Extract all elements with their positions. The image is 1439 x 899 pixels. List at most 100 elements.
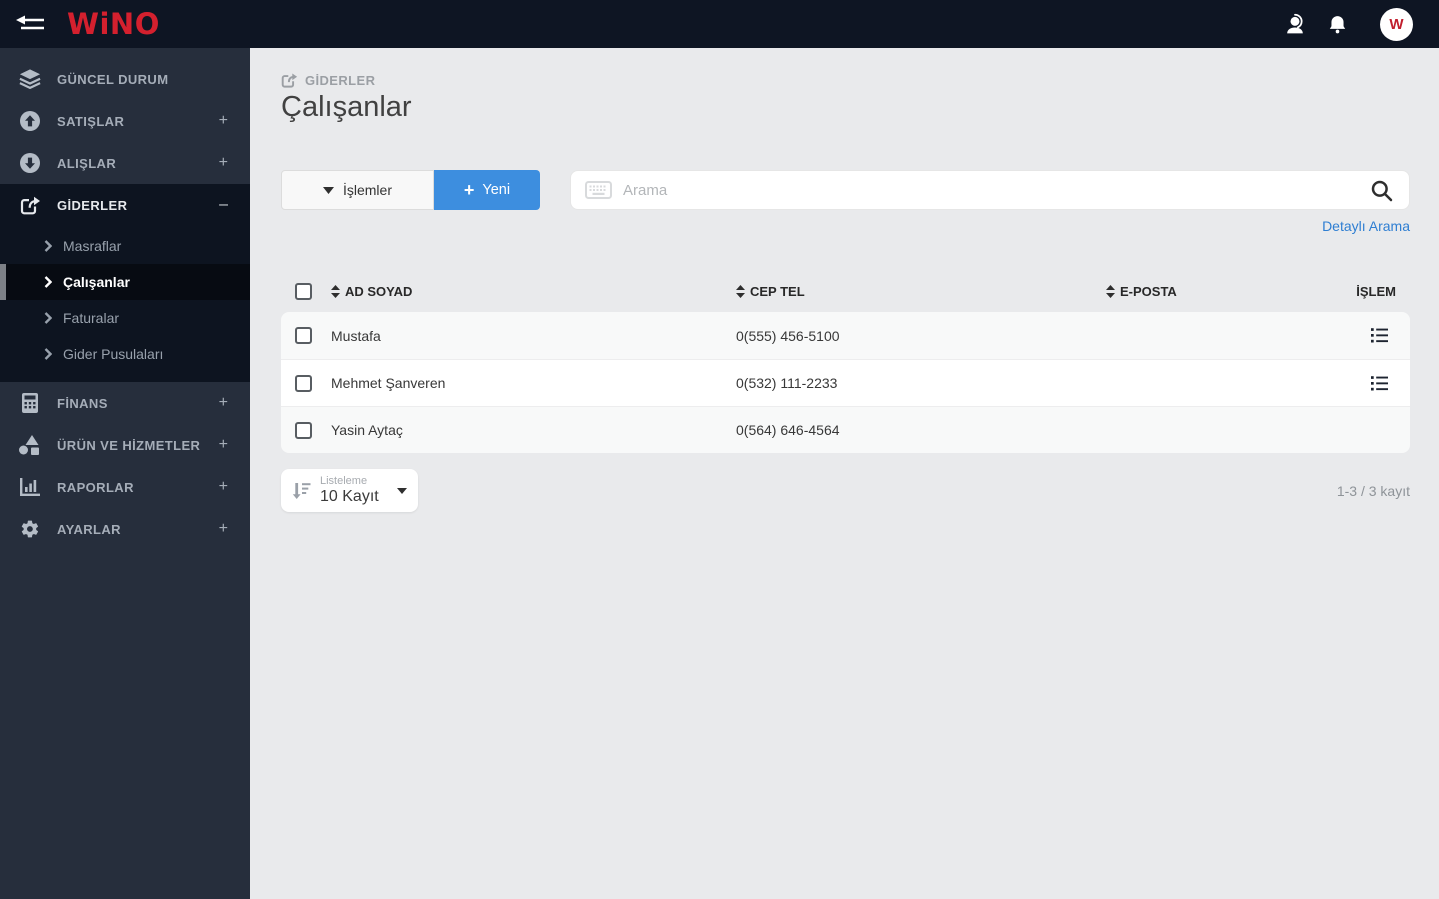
sidebar-subitem-label: Gider Pusulaları bbox=[63, 346, 164, 362]
reports-icon bbox=[18, 478, 42, 496]
expander: + bbox=[218, 394, 228, 411]
topbar: WiNO W bbox=[0, 0, 1439, 48]
chevron-right-icon bbox=[44, 276, 52, 288]
avatar[interactable]: W bbox=[1380, 7, 1413, 41]
chevron-right-icon bbox=[44, 312, 52, 324]
purchases-icon bbox=[18, 153, 42, 173]
sidebar-section-giderler-expanded: GİDERLER – Masraflar Çalışanlar Faturala… bbox=[0, 184, 250, 382]
sidebar-item-label: GİDERLER bbox=[57, 197, 128, 213]
column-header-ad-soyad[interactable]: AD SOYAD bbox=[331, 284, 736, 299]
sidebar-item-label: ALIŞLAR bbox=[57, 155, 117, 171]
sort-icon bbox=[331, 284, 340, 298]
column-header-islem: İŞLEM bbox=[1356, 283, 1396, 299]
detayli-arama-link[interactable]: Detaylı Arama bbox=[1322, 218, 1410, 234]
table-row[interactable]: Mehmet Şanveren 0(532) 111-2233 bbox=[281, 359, 1410, 406]
yeni-button[interactable]: + Yeni bbox=[434, 170, 540, 210]
collapse-minus: – bbox=[219, 196, 228, 213]
sidebar-subitem-calisanlar[interactable]: Çalışanlar bbox=[0, 264, 250, 300]
table-row[interactable]: Mustafa 0(555) 456-5100 bbox=[281, 312, 1410, 359]
main-content: GİDERLER Çalışanlar İşlemler + Yeni Aram… bbox=[250, 48, 1439, 899]
search-icon[interactable] bbox=[1370, 179, 1393, 202]
products-icon bbox=[18, 435, 42, 455]
sidebar-item-giderler[interactable]: GİDERLER – bbox=[0, 184, 250, 226]
finance-icon bbox=[18, 393, 42, 413]
sidebar-item-label: RAPORLAR bbox=[57, 479, 134, 495]
expenses-icon bbox=[281, 72, 298, 88]
select-all-checkbox[interactable] bbox=[295, 282, 312, 300]
plus-icon: + bbox=[463, 180, 475, 200]
cell-name: Mehmet Şanveren bbox=[331, 375, 446, 391]
column-header-cep-tel[interactable]: CEP TEL bbox=[736, 284, 1106, 299]
yeni-label: Yeni bbox=[482, 182, 511, 198]
listeleme-label: Listeleme bbox=[320, 474, 368, 487]
sidebar-item-guncel-durum[interactable]: GÜNCEL DURUM bbox=[0, 58, 250, 100]
support-icon[interactable] bbox=[1282, 11, 1308, 37]
sidebar-item-finans[interactable]: FİNANS + bbox=[0, 382, 250, 424]
sidebar-subitem-faturalar[interactable]: Faturalar bbox=[0, 300, 250, 336]
detayli-arama-row: Detaylı Arama bbox=[281, 218, 1410, 236]
sidebar-item-satislar[interactable]: SATIŞLAR + bbox=[0, 100, 250, 142]
settings-icon bbox=[18, 519, 42, 539]
expander: + bbox=[218, 478, 228, 495]
cell-phone: 0(555) 456-5100 bbox=[736, 327, 840, 344]
cell-phone: 0(532) 111-2233 bbox=[736, 375, 838, 391]
column-header-label: E-POSTA bbox=[1120, 283, 1177, 299]
sidebar-item-alislar[interactable]: ALIŞLAR + bbox=[0, 142, 250, 184]
caret-down-icon bbox=[397, 487, 407, 494]
expander: + bbox=[218, 154, 228, 171]
table-body: Mustafa 0(555) 456-5100 Mehmet Şanveren … bbox=[281, 312, 1410, 453]
keyboard-icon[interactable] bbox=[585, 181, 612, 199]
sales-icon bbox=[18, 111, 42, 131]
column-header-label: AD SOYAD bbox=[345, 283, 413, 299]
notifications-icon[interactable] bbox=[1324, 11, 1350, 37]
page-size-value: 10 Kayıt bbox=[320, 487, 379, 505]
sidebar-subitem-label: Çalışanlar bbox=[63, 274, 130, 290]
search-input[interactable] bbox=[623, 181, 1370, 199]
active-indicator-bar bbox=[0, 264, 6, 300]
expenses-icon bbox=[18, 195, 42, 215]
collapse-menu-icon[interactable] bbox=[13, 11, 49, 37]
sidebar-item-ayarlar[interactable]: AYARLAR + bbox=[0, 508, 250, 550]
sidebar-subitem-gider-pusulalari[interactable]: Gider Pusulaları bbox=[0, 336, 250, 372]
row-checkbox[interactable] bbox=[295, 421, 312, 439]
caret-down-icon bbox=[322, 186, 334, 194]
pagination: Listeleme 10 Kayıt 1-3 / 3 kayıt bbox=[281, 469, 1410, 512]
sidebar-subitem-masraflar[interactable]: Masraflar bbox=[0, 228, 250, 264]
page-title: Çalışanlar bbox=[281, 91, 412, 123]
action-button-group: İşlemler + Yeni bbox=[281, 170, 540, 210]
islemler-label: İşlemler bbox=[342, 182, 392, 198]
sidebar-item-label: GÜNCEL DURUM bbox=[57, 71, 169, 87]
table-row[interactable]: Yasin Aytaç 0(564) 646-4564 bbox=[281, 406, 1410, 453]
cell-name: Mustafa bbox=[331, 327, 381, 344]
sidebar-item-urun-ve-hizmetler[interactable]: ÜRÜN VE HİZMETLER + bbox=[0, 424, 250, 466]
breadcrumb-label: GİDERLER bbox=[305, 72, 376, 88]
chevron-right-icon bbox=[44, 240, 52, 252]
sidebar-item-label: FİNANS bbox=[57, 395, 108, 411]
sidebar-subitem-label: Masraflar bbox=[63, 238, 122, 254]
toolbar: İşlemler + Yeni bbox=[281, 170, 1410, 210]
breadcrumb[interactable]: GİDERLER bbox=[281, 72, 1410, 88]
row-actions-icon[interactable] bbox=[1371, 328, 1396, 343]
expander: + bbox=[218, 112, 228, 129]
expander: + bbox=[218, 436, 228, 453]
page-size-texts: Listeleme 10 Kayıt bbox=[320, 475, 379, 506]
cell-name: Yasin Aytaç bbox=[331, 422, 403, 438]
islemler-button[interactable]: İşlemler bbox=[281, 170, 434, 210]
record-range-text: 1-3 / 3 kayıt bbox=[1336, 482, 1410, 499]
app-logo[interactable]: WiNO bbox=[67, 7, 160, 41]
sidebar: GÜNCEL DURUM SATIŞLAR + ALIŞLAR + GİDERL… bbox=[0, 48, 250, 899]
page-size-dropdown[interactable]: Listeleme 10 Kayıt bbox=[281, 469, 418, 512]
sidebar-item-label: AYARLAR bbox=[57, 521, 121, 537]
table-header: AD SOYAD CEP TEL E-POSTA İŞLEM bbox=[281, 276, 1410, 306]
chevron-right-icon bbox=[44, 348, 52, 360]
listing-icon bbox=[292, 482, 311, 499]
row-actions-icon[interactable] bbox=[1371, 375, 1396, 391]
cell-phone: 0(564) 646-4564 bbox=[736, 422, 840, 438]
row-checkbox[interactable] bbox=[295, 327, 312, 344]
expander: + bbox=[218, 520, 228, 537]
column-header-e-posta[interactable]: E-POSTA bbox=[1106, 284, 1336, 299]
sidebar-subitem-label: Faturalar bbox=[63, 310, 120, 326]
row-checkbox[interactable] bbox=[295, 374, 312, 392]
giderler-submenu: Masraflar Çalışanlar Faturalar Gider Pus… bbox=[0, 226, 250, 372]
sidebar-item-raporlar[interactable]: RAPORLAR + bbox=[0, 466, 250, 508]
